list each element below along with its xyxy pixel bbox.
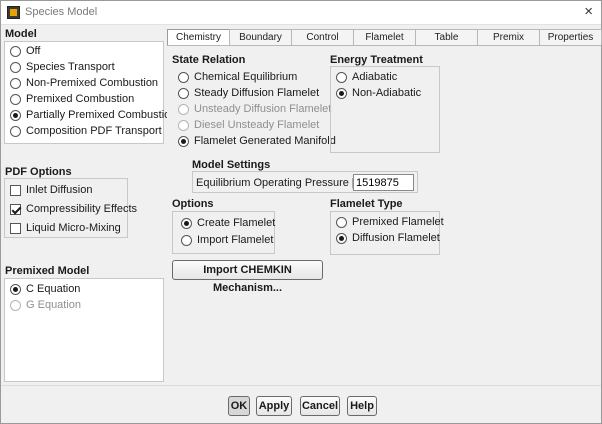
checkbox-icon [10, 222, 21, 234]
checkbox-label: Liquid Micro-Mixing [26, 222, 121, 234]
radio-icon [178, 87, 189, 99]
diffusion-flamelet-radio[interactable]: Diffusion Flamelet [336, 230, 440, 246]
state-relation-label: State Relation [172, 54, 246, 66]
radio-selected-icon [336, 87, 347, 99]
option-label: Adiabatic [352, 71, 398, 83]
option-label: Diffusion Flamelet [352, 232, 440, 244]
model-option-off[interactable]: Off [10, 43, 40, 59]
energy-adiabatic[interactable]: Adiabatic [336, 69, 397, 85]
energy-treatment-label: Energy Treatment [330, 54, 423, 66]
checkbox-label: Compressibility Effects [26, 203, 138, 215]
pdf-options-label: PDF Options [5, 166, 72, 178]
option-label: Species Transport [26, 61, 115, 73]
help-button[interactable]: Help [347, 396, 377, 416]
import-chemkin-button[interactable]: Import CHEMKIN Mechanism... [172, 260, 323, 294]
option-label: Non-Premixed Combustion [26, 77, 159, 89]
radio-icon [336, 71, 347, 83]
option-label: Diesel Unsteady Flamelet [194, 119, 320, 131]
operating-pressure-label: Equilibrium Operating Pressure [Pa] [196, 177, 372, 189]
radio-selected-icon [10, 109, 21, 121]
radio-icon [10, 93, 21, 105]
model-option-species-transport[interactable]: Species Transport [10, 59, 115, 75]
model-option-composition-pdf[interactable]: Composition PDF Transport [10, 123, 162, 139]
tab-table[interactable]: Table [415, 29, 478, 45]
species-model-dialog: Species Model × Model Off Species Transp… [0, 0, 602, 424]
state-chemical-equilibrium[interactable]: Chemical Equilibrium [178, 69, 297, 85]
options-label: Options [172, 198, 214, 210]
premixed-model-label: Premixed Model [5, 265, 90, 277]
option-label: Non-Adiabatic [352, 87, 422, 99]
tab-chemistry[interactable]: Chemistry [167, 29, 230, 46]
radio-icon [178, 119, 189, 131]
option-label: Off [26, 45, 41, 57]
option-label: Import Flamelet [197, 234, 274, 246]
option-label: Chemical Equilibrium [194, 71, 298, 83]
radio-selected-icon [10, 283, 21, 295]
state-steady-diffusion-flamelet[interactable]: Steady Diffusion Flamelet [178, 85, 319, 101]
radio-icon [178, 103, 189, 115]
option-label: Premixed Flamelet [352, 216, 444, 228]
model-option-non-premixed[interactable]: Non-Premixed Combustion [10, 75, 158, 91]
app-icon [7, 6, 20, 19]
footer-divider [1, 385, 601, 386]
model-settings-label: Model Settings [192, 159, 271, 171]
model-label: Model [5, 28, 37, 40]
create-flamelet-radio[interactable]: Create Flamelet [181, 215, 275, 231]
tab-bar: Chemistry Boundary Control Flamelet Tabl… [167, 29, 602, 46]
tab-premix[interactable]: Premix [477, 29, 540, 45]
model-option-partially-premixed[interactable]: Partially Premixed Combustion [10, 107, 176, 123]
title-bar: Species Model × [1, 1, 601, 25]
radio-selected-icon [178, 135, 189, 147]
premixed-option-g-equation: G Equation [10, 297, 81, 313]
checkbox-icon [10, 184, 21, 196]
state-diesel-unsteady-flamelet: Diesel Unsteady Flamelet [178, 117, 319, 133]
radio-icon [10, 125, 21, 137]
option-label: Steady Diffusion Flamelet [194, 87, 320, 99]
liquid-micro-mixing-checkbox[interactable]: Liquid Micro-Mixing [10, 220, 121, 236]
radio-icon [181, 234, 192, 246]
compressibility-effects-checkbox[interactable]: Compressibility Effects [10, 201, 137, 217]
import-flamelet-radio[interactable]: Import Flamelet [181, 232, 273, 248]
radio-icon [10, 299, 21, 311]
model-option-premixed[interactable]: Premixed Combustion [10, 91, 134, 107]
tab-properties[interactable]: Properties [539, 29, 602, 45]
tab-control[interactable]: Control [291, 29, 354, 45]
radio-icon [10, 61, 21, 73]
state-unsteady-diffusion-flamelet: Unsteady Diffusion Flamelet [178, 101, 331, 117]
state-flamelet-generated-manifold[interactable]: Flamelet Generated Manifold [178, 133, 336, 149]
checkbox-label: Inlet Diffusion [26, 184, 93, 196]
energy-non-adiabatic[interactable]: Non-Adiabatic [336, 85, 421, 101]
radio-icon [336, 216, 347, 228]
close-icon[interactable]: × [584, 3, 593, 20]
inlet-diffusion-checkbox[interactable]: Inlet Diffusion [10, 182, 92, 198]
option-label: Unsteady Diffusion Flamelet [194, 103, 332, 115]
ok-button[interactable]: OK [228, 396, 250, 416]
option-label: Premixed Combustion [26, 93, 135, 105]
operating-pressure-input[interactable] [353, 174, 414, 191]
premixed-option-c-equation[interactable]: C Equation [10, 281, 80, 297]
option-label: Flamelet Generated Manifold [194, 135, 336, 147]
premixed-flamelet-radio[interactable]: Premixed Flamelet [336, 214, 444, 230]
apply-button[interactable]: Apply [256, 396, 292, 416]
tab-boundary[interactable]: Boundary [229, 29, 292, 45]
window-title: Species Model [25, 6, 98, 18]
flamelet-type-label: Flamelet Type [330, 198, 403, 210]
radio-selected-icon [336, 232, 347, 244]
cancel-button[interactable]: Cancel [300, 396, 340, 416]
option-label: Create Flamelet [197, 217, 276, 229]
option-label: Partially Premixed Combustion [26, 109, 177, 121]
tab-flamelet[interactable]: Flamelet [353, 29, 416, 45]
radio-icon [10, 77, 21, 89]
option-label: G Equation [26, 299, 82, 311]
option-label: C Equation [26, 283, 81, 295]
radio-icon [10, 45, 21, 57]
radio-icon [178, 71, 189, 83]
radio-selected-icon [181, 217, 192, 229]
option-label: Composition PDF Transport [26, 125, 162, 137]
checkbox-checked-icon [10, 203, 21, 215]
